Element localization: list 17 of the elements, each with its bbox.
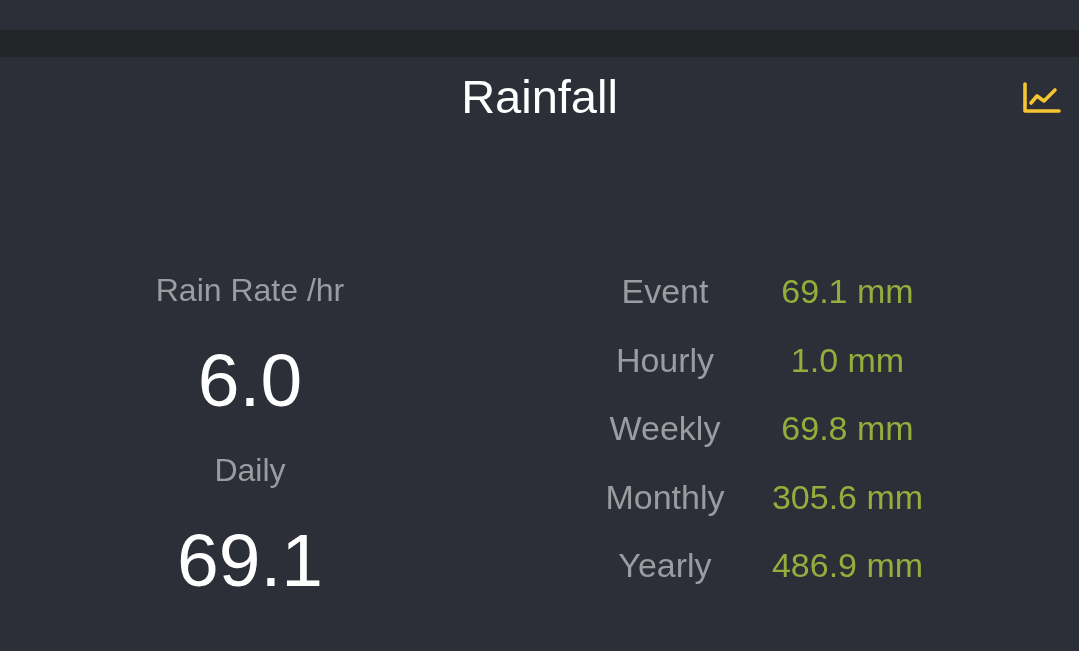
total-label: Event [621, 271, 709, 312]
total-label: Monthly [605, 476, 725, 517]
daily-value: 69.1 [177, 520, 323, 600]
line-chart-icon [1023, 81, 1061, 113]
total-value: 305.6 mm [771, 476, 924, 517]
total-value: 69.1 mm [781, 271, 914, 312]
total-label: Weekly [609, 408, 721, 449]
panel-title: Rainfall [461, 69, 618, 125]
rain-rate-value: 6.0 [197, 340, 303, 420]
chart-button[interactable] [1023, 81, 1061, 113]
total-label: Yearly [618, 545, 712, 586]
daily-label: Daily [214, 451, 286, 490]
rain-rate-label: Rain Rate /hr [155, 271, 345, 310]
total-label: Hourly [615, 339, 715, 380]
total-value: 486.9 mm [771, 545, 924, 586]
total-value: 1.0 mm [790, 339, 905, 380]
total-value: 69.8 mm [781, 408, 914, 449]
